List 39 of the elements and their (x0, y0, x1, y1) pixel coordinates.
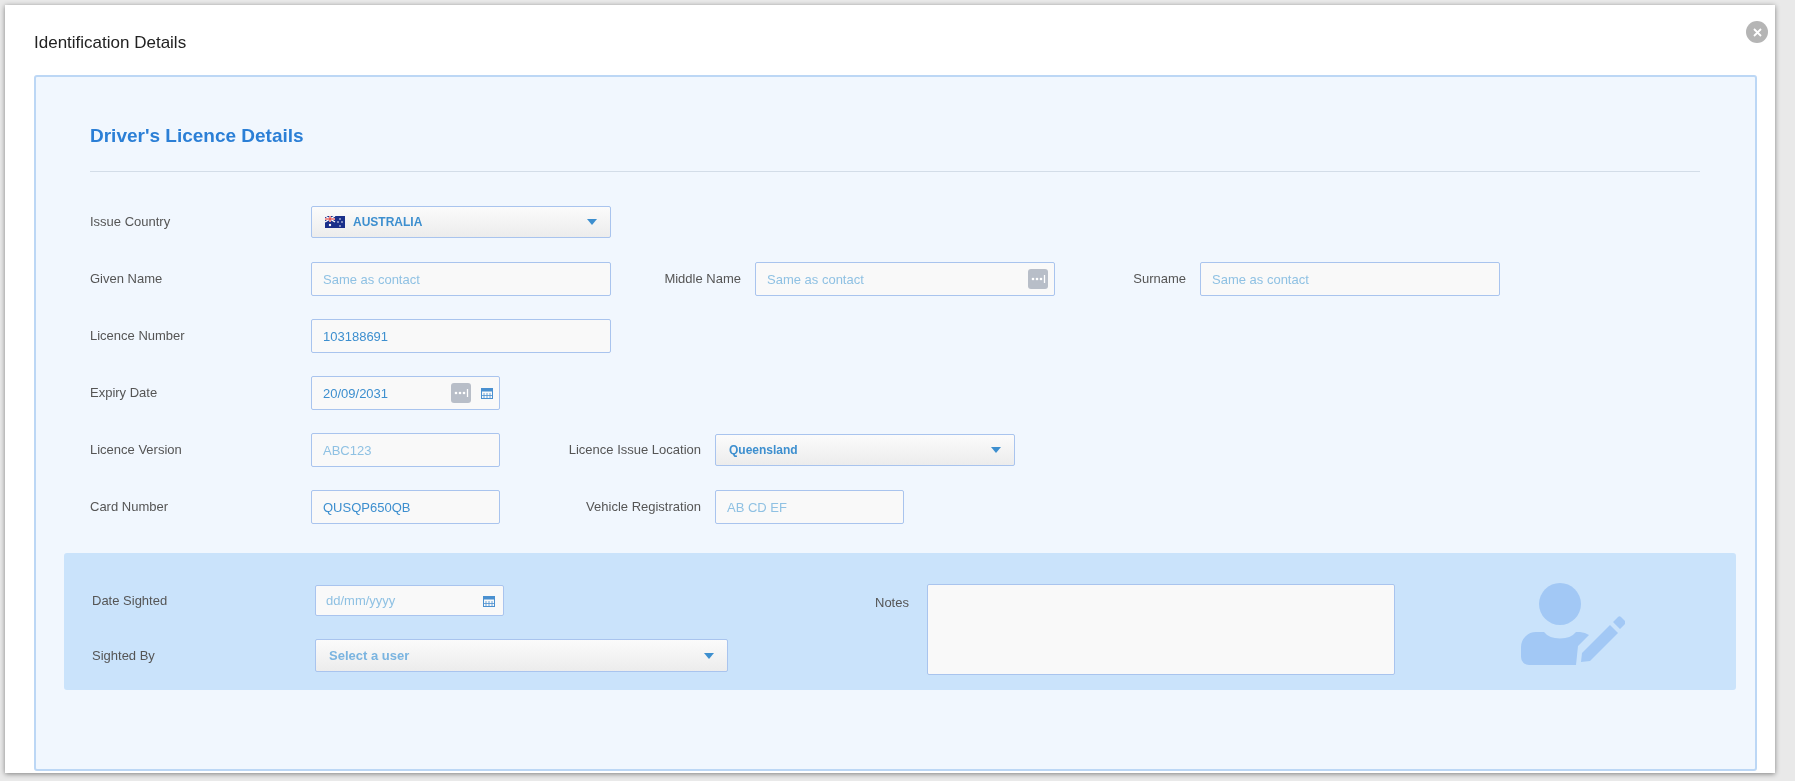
field-label: Middle Name (663, 270, 741, 289)
user-edit-icon (1520, 583, 1625, 665)
field-label: Notes (875, 594, 909, 612)
close-button[interactable] (1746, 21, 1768, 43)
field-label: Given Name (90, 270, 164, 289)
field-label: Licence Version (90, 441, 183, 460)
field-label: Vehicle Registration (585, 498, 701, 517)
field-label: Issue Country (90, 213, 172, 232)
date-field[interactable]: dd/mm/yyyy (315, 585, 504, 616)
field-label: Licence Issue Location (567, 441, 701, 460)
dialog-title: Identification Details (34, 32, 188, 54)
text-field[interactable]: Same as contact (755, 262, 1055, 296)
caret-icon (991, 447, 1001, 453)
calendar-icon (481, 387, 493, 399)
caret-icon (587, 219, 597, 225)
field-label: Date Sighted (92, 591, 169, 610)
calendar-icon (483, 595, 495, 607)
dots-button-icon (451, 383, 471, 403)
field-label: Expiry Date (90, 384, 159, 403)
close-icon (1752, 27, 1762, 37)
text-field[interactable]: Same as contact (311, 262, 611, 296)
field-label: Surname (1132, 270, 1186, 289)
field-label: Sighted By (92, 646, 156, 665)
dropdown[interactable]: Queensland (715, 434, 1015, 466)
field-label: Card Number (90, 498, 170, 517)
date-field[interactable]: 20/09/2031 (311, 376, 500, 410)
notes-field[interactable] (926, 584, 1395, 675)
text-field[interactable]: ABC123 (311, 433, 500, 467)
flag-icon (325, 216, 345, 228)
section-heading: Driver's Licence Details (90, 124, 305, 148)
text-field[interactable]: 103188691 (311, 319, 611, 353)
dots-button-icon (1028, 269, 1048, 289)
text-field[interactable]: Same as contact (1200, 262, 1500, 296)
dropdown[interactable]: AUSTRALIA (311, 206, 611, 238)
text-field[interactable]: QUSQP650QB (311, 490, 500, 524)
field-label: Licence Number (90, 327, 186, 346)
user-select[interactable]: Select a user (315, 639, 728, 672)
caret-icon (704, 652, 714, 659)
text-field[interactable]: AB CD EF (715, 490, 904, 524)
